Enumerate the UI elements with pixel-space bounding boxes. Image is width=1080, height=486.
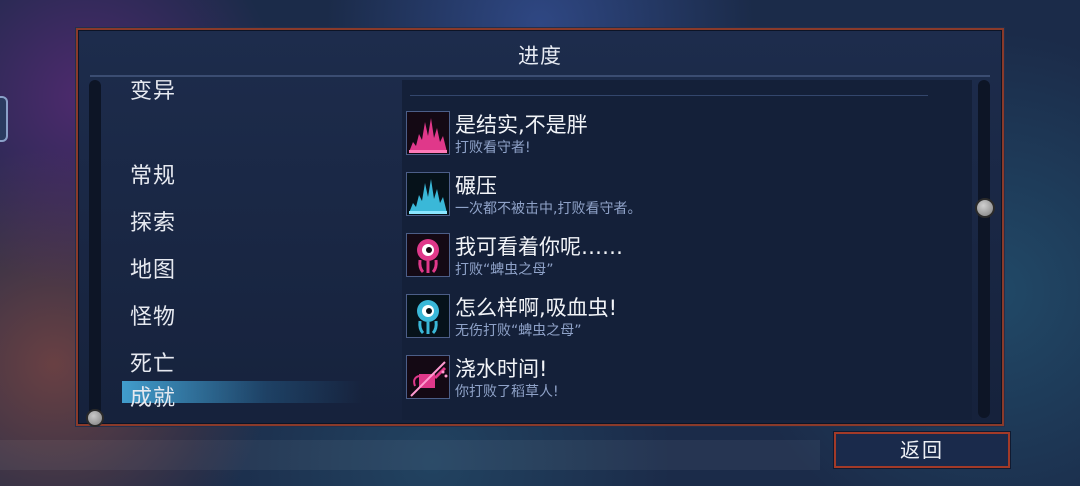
cyan-eye-monster-icon — [406, 294, 450, 338]
dialog-title: 进度 — [518, 44, 562, 68]
achievement-description: 你打败了稻草人! — [455, 384, 559, 400]
background-decoration — [0, 440, 820, 470]
progress-dialog: 进度 变异 常规 探索 地图 怪物 死亡 成就 是结实,不是胖 打败看守者! 碾… — [75, 27, 1005, 427]
achievement-name: 浇水时间! — [455, 357, 548, 381]
list-divider — [410, 95, 928, 96]
achievement-name: 是结实,不是胖 — [455, 113, 588, 137]
achievement-list: 是结实,不是胖 打败看守者! 碾压 一次都不被击中,打败看守者。 我可看着你呢…… — [402, 80, 972, 420]
achievement-item[interactable]: 我可看着你呢…… 打败“蜱虫之母” — [406, 233, 946, 289]
achievement-description: 打败看守者! — [455, 140, 531, 156]
magenta-eye-monster-icon — [406, 233, 450, 277]
category-item-monsters[interactable]: 怪物 — [130, 299, 176, 331]
achievement-item[interactable]: 是结实,不是胖 打败看守者! — [406, 111, 946, 167]
cyan-waveform-icon — [406, 172, 450, 216]
category-item-general[interactable]: 常规 — [130, 158, 176, 190]
achievement-description: 打败“蜱虫之母” — [455, 262, 554, 278]
category-scrollbar[interactable] — [89, 80, 101, 418]
title-divider — [90, 75, 990, 77]
achievement-scroll-knob[interactable] — [975, 198, 995, 218]
category-item-mutations[interactable]: 变异 — [130, 80, 176, 105]
category-item-deaths[interactable]: 死亡 — [130, 346, 176, 378]
achievement-name: 怎么样啊,吸血虫! — [455, 296, 618, 320]
side-tab-handle[interactable] — [0, 96, 8, 142]
category-list: 变异 常规 探索 地图 怪物 死亡 成就 — [108, 80, 402, 420]
achievement-item[interactable]: 碾压 一次都不被击中,打败看守者。 — [406, 172, 946, 228]
achievement-item[interactable]: 怎么样啊,吸血虫! 无伤打败“蜱虫之母” — [406, 294, 946, 350]
magenta-waveform-icon — [406, 111, 450, 155]
magenta-watering-can-icon — [406, 355, 450, 399]
achievement-description: 无伤打败“蜱虫之母” — [455, 323, 582, 339]
category-scroll-knob[interactable] — [86, 409, 104, 427]
category-item-achievements[interactable]: 成就 — [130, 380, 176, 412]
back-button[interactable]: 返回 — [833, 431, 1011, 469]
achievement-name: 碾压 — [455, 174, 497, 198]
achievement-scrollbar[interactable] — [978, 80, 990, 418]
category-item-map[interactable]: 地图 — [130, 252, 176, 284]
achievement-name: 我可看着你呢…… — [455, 235, 623, 259]
category-item-exploration[interactable]: 探索 — [130, 205, 176, 237]
achievement-item[interactable]: 浇水时间! 你打败了稻草人! — [406, 355, 946, 411]
achievement-description: 一次都不被击中,打败看守者。 — [455, 201, 642, 217]
